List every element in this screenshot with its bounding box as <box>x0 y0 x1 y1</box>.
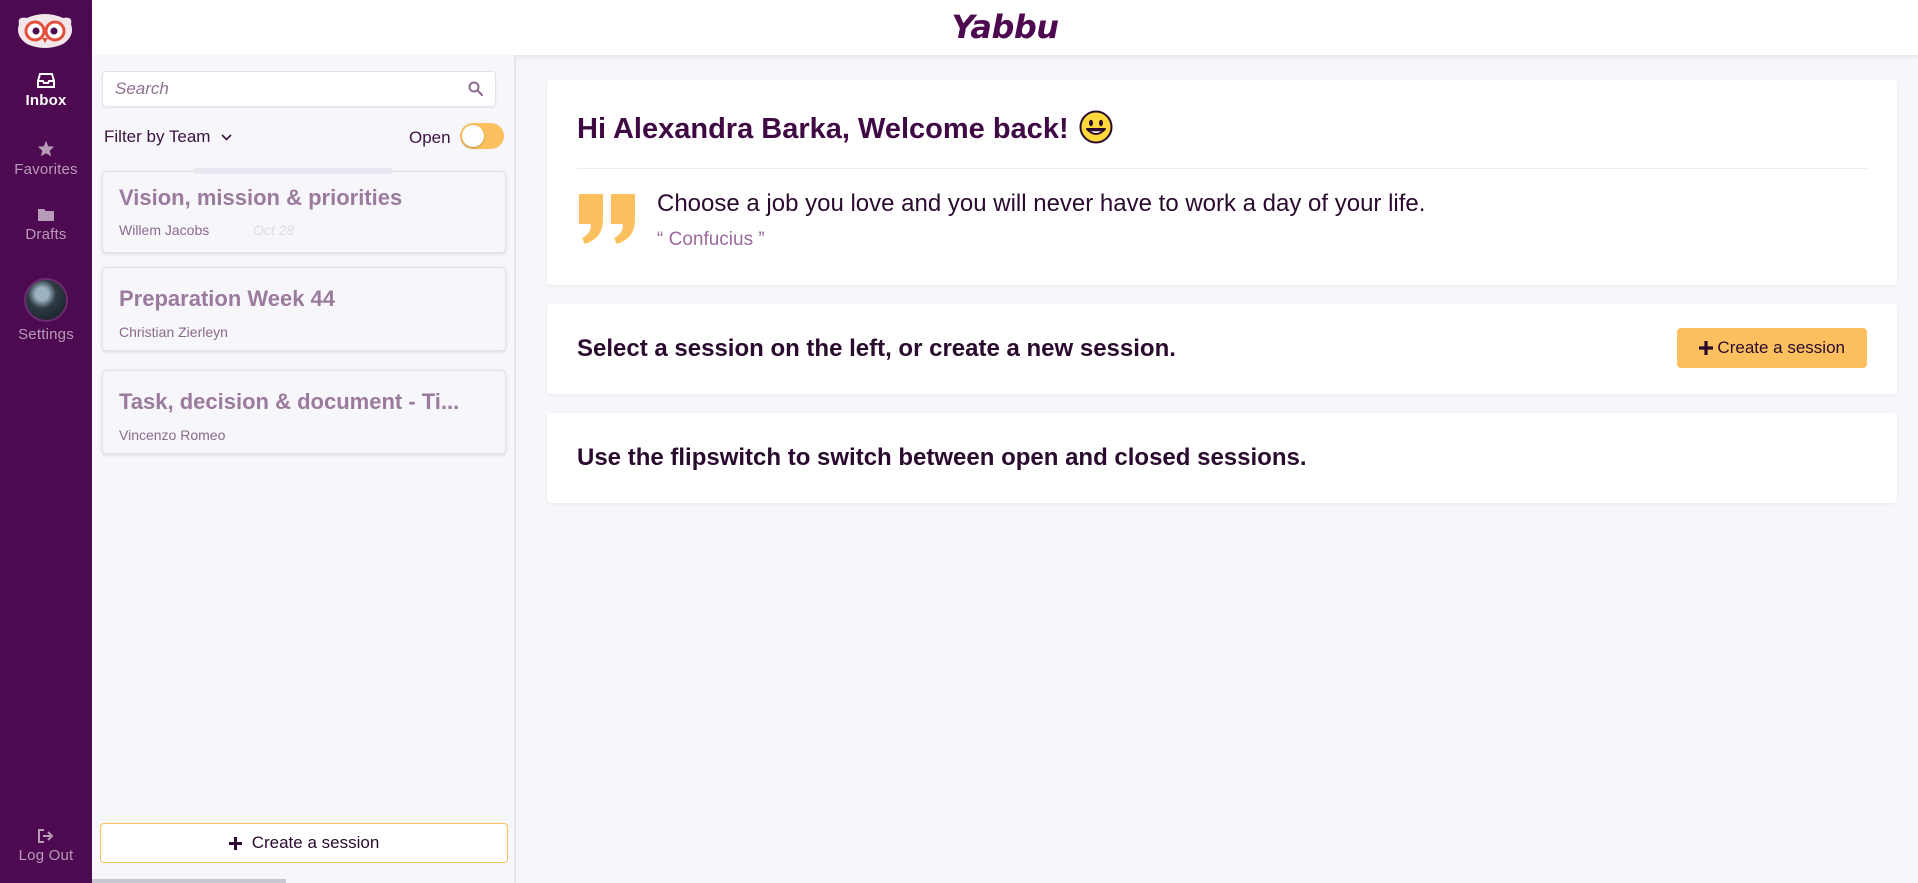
top-header: Yabbu <box>92 0 1918 55</box>
quote-text: Choose a job you love and you will never… <box>657 190 1426 217</box>
nav-favorites-label: Favorites <box>14 161 78 178</box>
nav-drafts[interactable]: Drafts <box>0 207 92 243</box>
filter-by-team-dropdown[interactable]: Filter by Team <box>104 127 232 147</box>
open-label: Open <box>409 128 451 147</box>
inbox-icon <box>37 73 55 88</box>
nav-settings[interactable]: Settings <box>0 278 92 343</box>
nav-drafts-label: Drafts <box>25 226 67 243</box>
flipswitch-hint-message: Use the flipswitch to switch between ope… <box>577 444 1307 471</box>
folder-icon <box>38 209 54 221</box>
session-title: Preparation Week 44 <box>119 286 336 311</box>
session-card[interactable]: Preparation Week 44 Christian Zierleyn <box>102 267 506 351</box>
smiley-icon <box>1079 110 1113 152</box>
owl-logo-icon[interactable] <box>15 12 75 52</box>
nav-settings-label: Settings <box>18 326 74 343</box>
create-session-button-sidebar[interactable]: Create a session <box>100 823 508 863</box>
logout-icon <box>38 829 54 843</box>
search-icon[interactable] <box>468 81 483 96</box>
select-session-card: Select a session on the left, or create … <box>547 304 1897 394</box>
session-date: Oct 28 <box>253 222 295 238</box>
divider <box>577 168 1867 169</box>
session-owner: Christian Zierleyn <box>119 324 228 340</box>
session-list-panel: Filter by Team Open Vision, mission & pr… <box>92 55 516 883</box>
session-title: Vision, mission & priorities <box>119 185 403 210</box>
quote-author: “ Confucius ” <box>657 229 765 250</box>
filter-label: Filter by Team <box>104 127 211 146</box>
session-owner: Willem Jacobs <box>119 222 210 238</box>
search-box <box>102 71 496 107</box>
nav-inbox-label: Inbox <box>25 92 67 109</box>
pull-indicator <box>193 168 393 174</box>
nav-logout[interactable]: Log Out <box>0 829 92 864</box>
brand-title[interactable]: Yabbu <box>951 8 1059 46</box>
horizontal-scrollbar[interactable] <box>92 879 286 883</box>
nav-inbox[interactable]: Inbox <box>0 73 92 109</box>
session-title: Task, decision & document - Ti... <box>119 389 460 414</box>
quote-mark-icon <box>579 194 635 244</box>
toggle-knob <box>462 125 484 147</box>
avatar <box>24 278 68 322</box>
open-toggle[interactable] <box>460 123 504 149</box>
welcome-heading: Hi Alexandra Barka, Welcome back! <box>577 110 1113 152</box>
star-icon <box>37 140 55 157</box>
create-session-button[interactable]: Create a session <box>1677 328 1867 368</box>
session-card[interactable]: Task, decision & document - Ti... Vincen… <box>102 370 506 454</box>
chevron-down-icon <box>221 134 232 141</box>
select-session-message: Select a session on the left, or create … <box>577 335 1176 362</box>
session-owner: Vincenzo Romeo <box>119 427 226 443</box>
create-session-label: Create a session <box>251 833 380 852</box>
nav-logout-label: Log Out <box>18 847 74 864</box>
plus-icon <box>228 836 242 850</box>
flipswitch-hint-card: Use the flipswitch to switch between ope… <box>547 413 1897 503</box>
search-input[interactable] <box>103 72 443 106</box>
create-session-label: Create a session <box>1717 338 1845 357</box>
plus-icon <box>1699 341 1714 355</box>
session-card[interactable]: Vision, mission & priorities Willem Jaco… <box>102 168 506 253</box>
welcome-text: Hi Alexandra Barka, Welcome back! <box>577 113 1069 145</box>
nav-rail: Inbox Favorites Drafts Settings Log Out <box>0 0 92 883</box>
nav-favorites[interactable]: Favorites <box>0 140 92 178</box>
welcome-card: Hi Alexandra Barka, Welcome back! Choose… <box>547 80 1897 285</box>
